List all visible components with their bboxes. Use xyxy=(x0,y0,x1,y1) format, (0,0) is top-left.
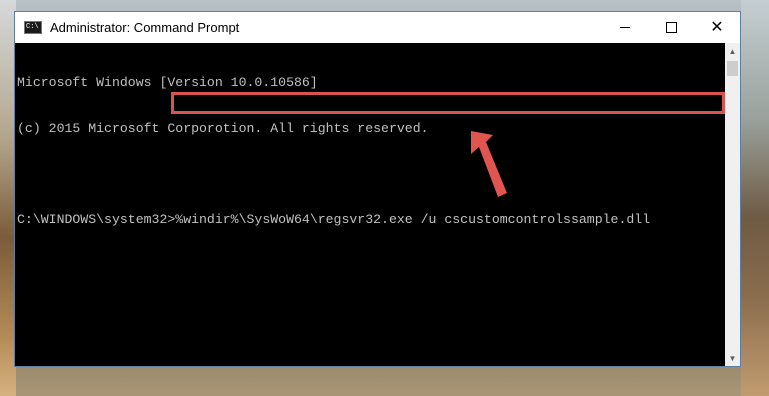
pointer-arrow-icon xyxy=(471,131,507,197)
close-icon: ✕ xyxy=(710,18,724,36)
console-line-version: Microsoft Windows [Version 10.0.10586] xyxy=(17,75,318,91)
window-title: Administrator: Command Prompt xyxy=(50,20,240,35)
command-prompt-window[interactable]: C:\ Administrator: Command Prompt ✕ Micr… xyxy=(14,11,741,367)
console-command[interactable]: %windir%\SysWoW64\regsvr32.exe /u cscust… xyxy=(175,212,650,227)
scroll-down-arrow-icon[interactable]: ▼ xyxy=(725,350,740,366)
scroll-up-arrow-icon[interactable]: ▲ xyxy=(725,43,740,59)
maximize-button[interactable] xyxy=(648,12,694,43)
desktop-wallpaper-right xyxy=(741,0,769,396)
minimize-icon xyxy=(620,27,630,28)
vertical-scrollbar[interactable]: ▲ ▼ xyxy=(725,43,740,366)
console-line-copyright: (c) 2015 Microsoft Corporotion. All righ… xyxy=(17,121,429,136)
maximize-icon xyxy=(665,22,677,33)
minimize-button[interactable] xyxy=(602,12,648,43)
close-button[interactable]: ✕ xyxy=(694,12,740,43)
console-prompt: C:\WINDOWS\system32> xyxy=(17,212,176,228)
title-bar[interactable]: C:\ Administrator: Command Prompt ✕ xyxy=(15,12,740,43)
scroll-thumb[interactable] xyxy=(727,61,738,76)
cmd-app-icon: C:\ xyxy=(24,21,42,34)
console-command-line: C:\WINDOWS\system32>%windir%\SysWoW64\re… xyxy=(17,212,726,227)
command-highlight-box xyxy=(171,92,725,114)
